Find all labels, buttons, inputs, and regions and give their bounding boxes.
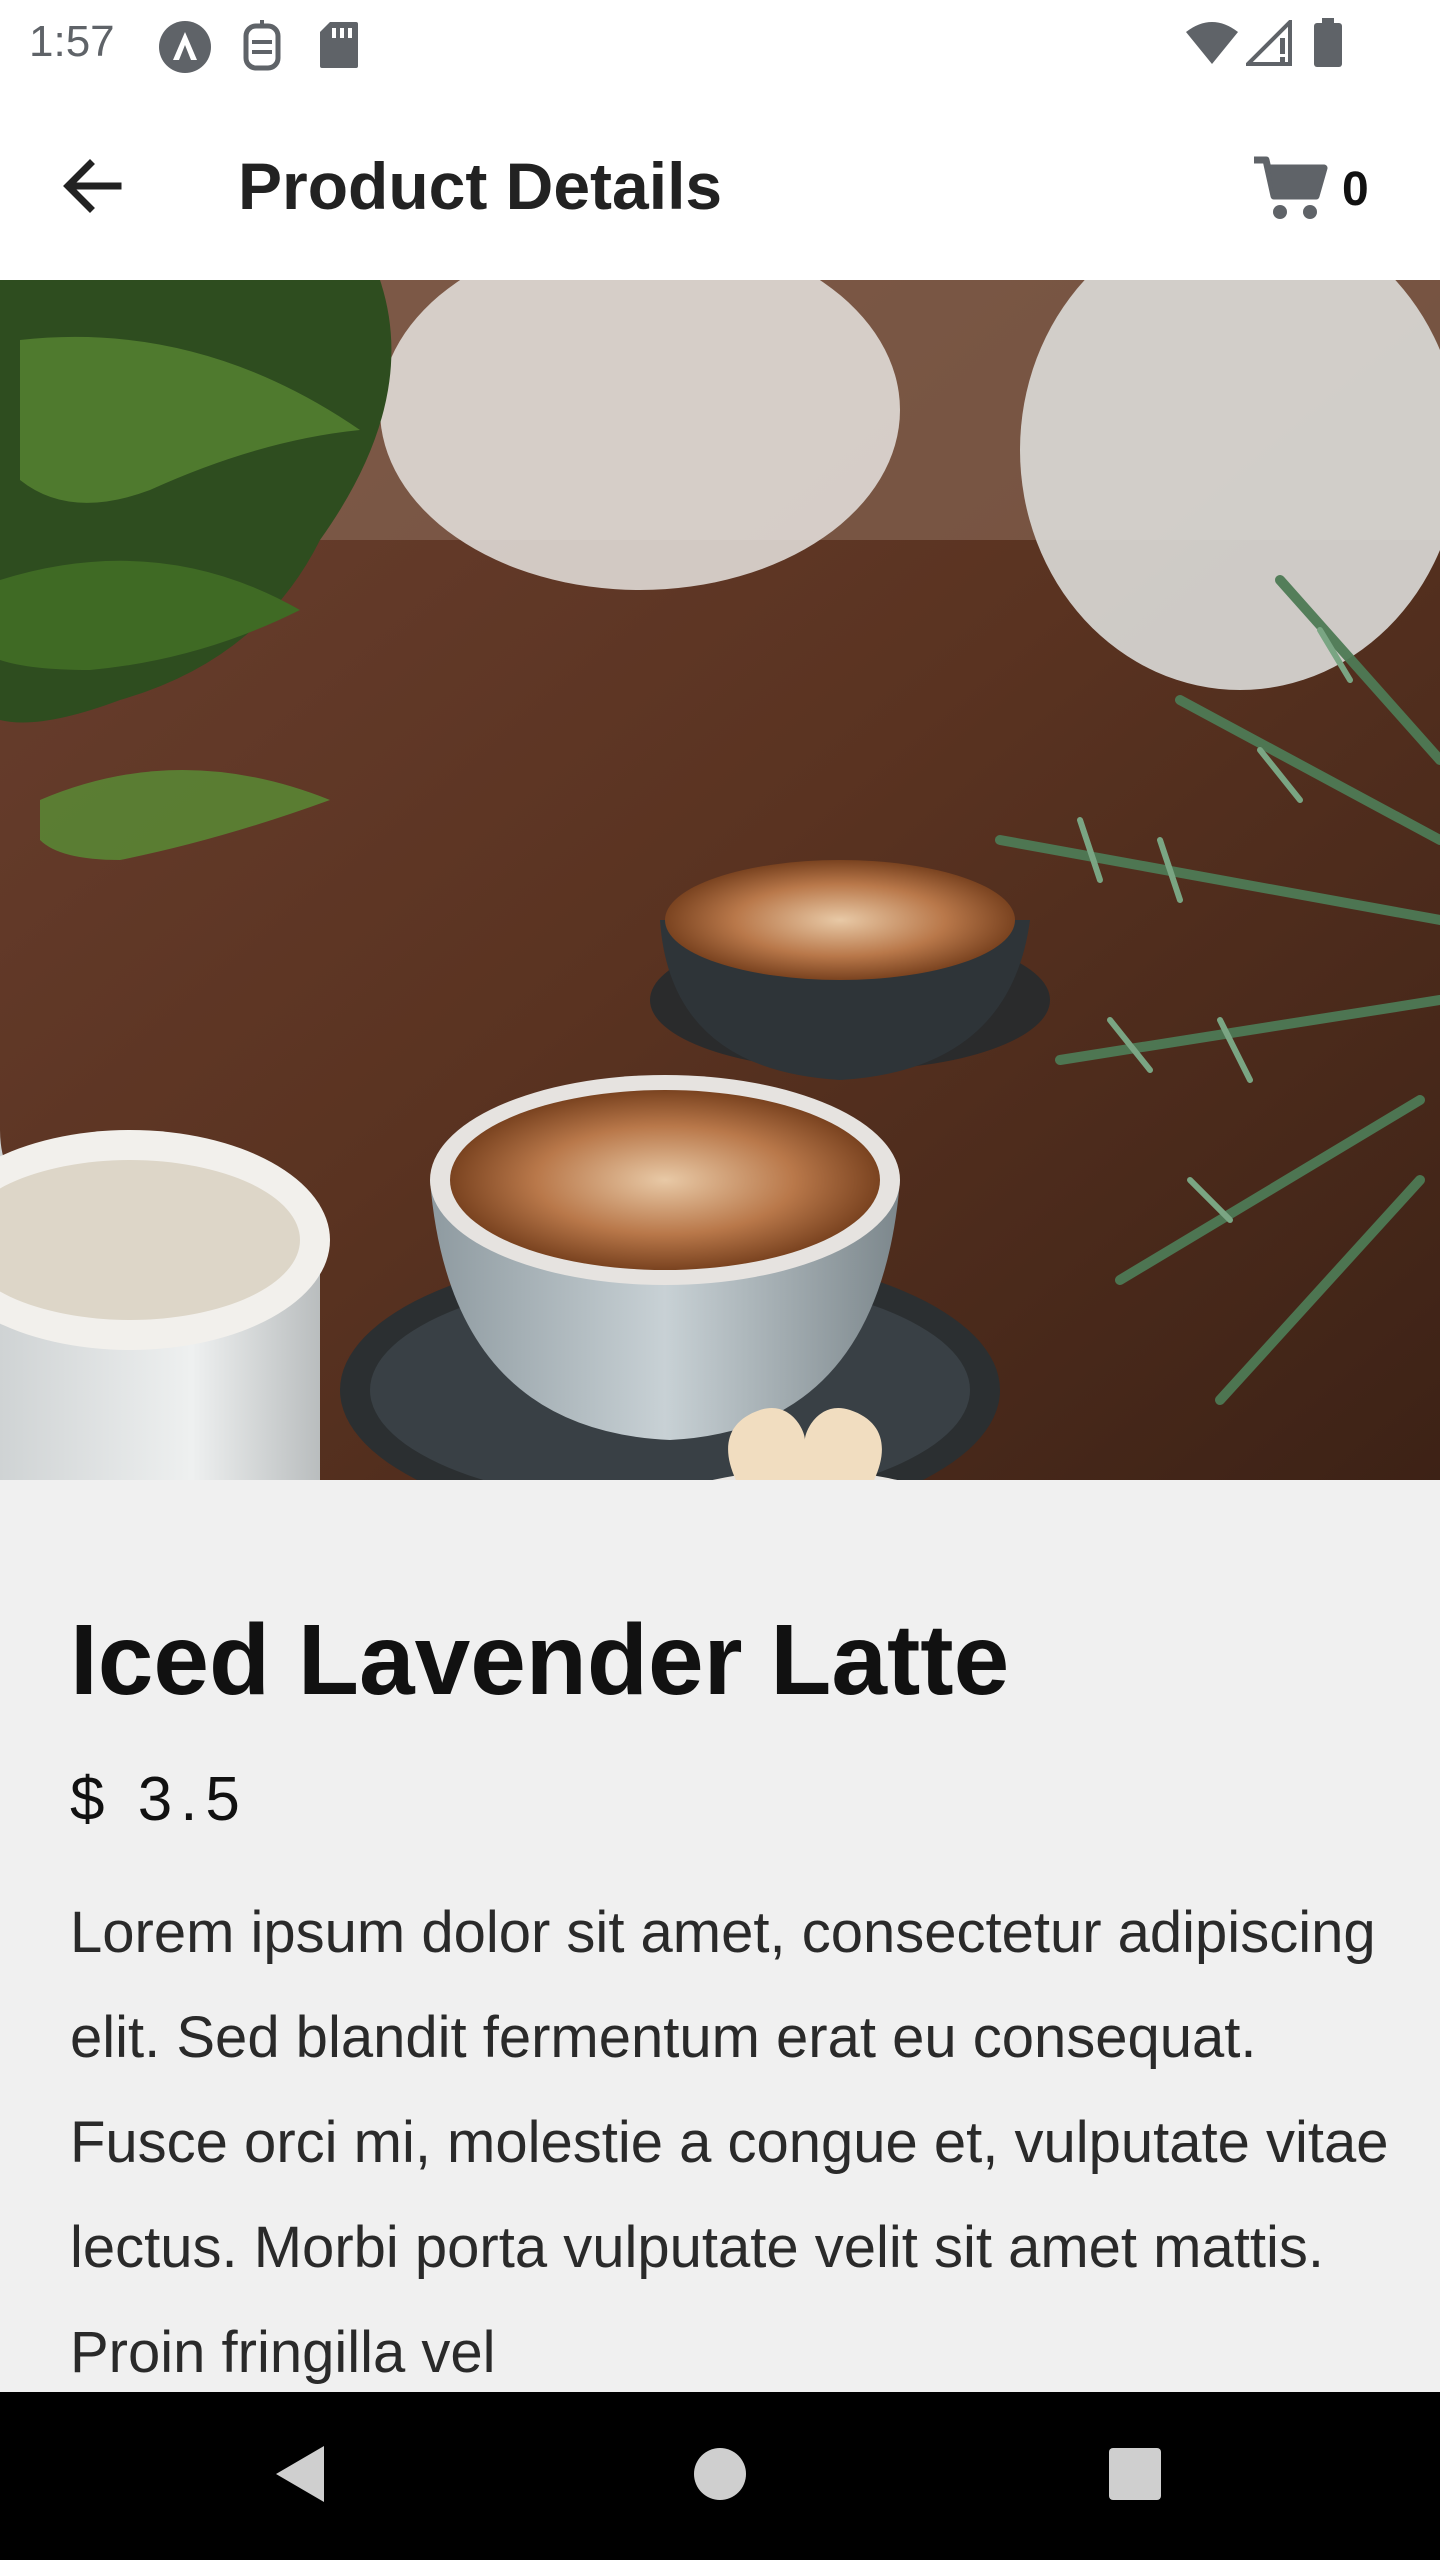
wifi-icon [1184, 20, 1240, 66]
nav-back-icon [270, 2442, 330, 2511]
product-description: Lorem ipsum dolor sit amet, consectetur … [70, 1900, 1389, 2385]
status-time: 1:57 [29, 17, 115, 66]
app-bar: Product Details 0 [0, 84, 1440, 280]
shopping-cart-icon [1252, 154, 1328, 227]
nav-home-button[interactable] [670, 2426, 770, 2526]
signal-icon [1243, 17, 1294, 66]
sd-card-icon [318, 20, 360, 68]
status-bar: 1:57 [0, 0, 1440, 84]
cart-button[interactable] [1240, 144, 1420, 232]
page-title: Product Details [238, 149, 723, 223]
product-name: Iced Lavender Latte [70, 1604, 1010, 1716]
android-auto-icon [158, 20, 212, 73]
nav-recents-button[interactable] [1085, 2426, 1185, 2526]
nav-home-icon [692, 2446, 748, 2507]
cart-count-badge: 0 [1342, 163, 1369, 216]
nav-recents-icon [1107, 2446, 1163, 2507]
product-image [0, 280, 1440, 1480]
battery-icon [1312, 18, 1344, 67]
system-nav-bar [0, 2392, 1440, 2560]
product-details: Iced Lavender Latte $ 3.5 Lorem ipsum do… [0, 1480, 1440, 2392]
product-price: $ 3.5 [70, 1765, 248, 1834]
nav-back-button[interactable] [250, 2426, 350, 2526]
arrow-back-icon [60, 154, 124, 223]
sim-toolkit-icon [240, 20, 284, 71]
back-button[interactable] [40, 136, 144, 240]
